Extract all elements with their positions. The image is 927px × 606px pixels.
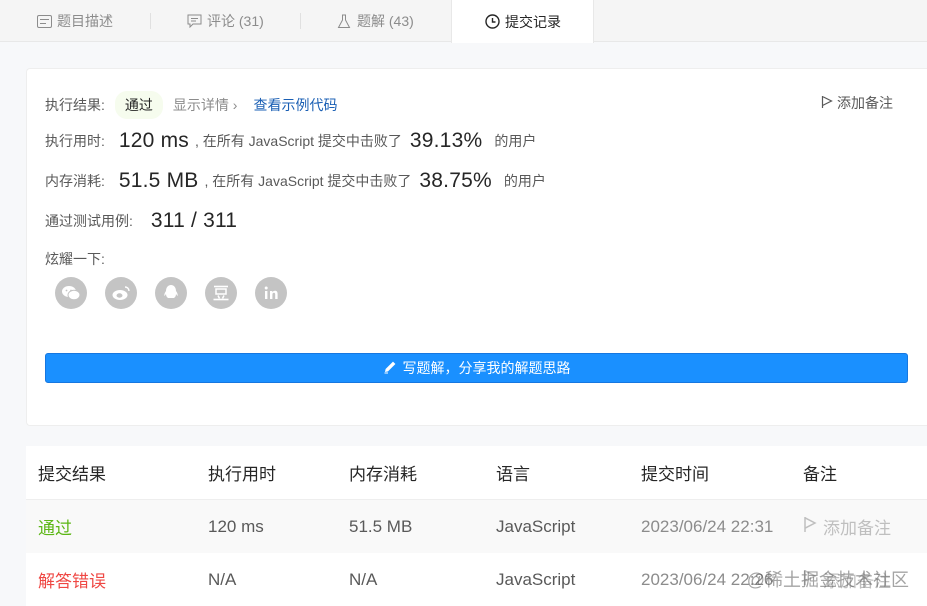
tests-value: 311 / 311 [150,209,238,232]
row-runtime: N/A [208,569,237,589]
share-label: 炫耀一下: [45,251,105,267]
flask-icon [336,13,352,29]
result-card: 执行结果: 通过 显示详情 › 查看示例代码 添加备注 执行用时: 120 ms… [26,68,927,426]
header-memory: 内存消耗 [349,465,417,484]
row-memory: 51.5 MB [349,516,413,536]
tab-label: 提交记录 [505,13,561,30]
row-language: JavaScript [496,569,576,589]
runtime-label: 执行用时: [45,133,105,149]
result-label: 执行结果: [45,97,105,113]
tab-bar: 题目描述 评论 (31) 题解 (43) 提交记录 [0,0,927,43]
chevron-right-icon: › [228,97,238,113]
runtime-percentile: 39.13% [409,129,483,152]
users-text: 的用户 [503,173,546,189]
runtime-row: 执行用时: 120 ms , 在所有 JavaScript 提交中击败了 39.… [45,129,536,153]
memory-text: , 在所有 JavaScript 提交中击败了 [204,173,412,189]
weibo-icon[interactable] [105,277,137,309]
memory-row: 内存消耗: 51.5 MB , 在所有 JavaScript 提交中击败了 38… [45,169,546,193]
header-language: 语言 [496,465,530,484]
description-icon [36,13,52,29]
row-submitted: 2023/06/24 22:31 [641,516,774,536]
tests-row: 通过测试用例: 311 / 311 [45,209,237,233]
comment-icon [186,13,202,29]
tab-label: 题目描述 [57,13,113,29]
memory-label: 内存消耗: [45,173,105,189]
share-row: 炫耀一下: [45,249,105,269]
flag-icon [821,95,833,112]
write-solution-label: 写题解，分享我的解题思路 [402,360,571,376]
tab-label: 题解 (43) [357,13,414,29]
tab-label: 评论 (31) [207,13,264,29]
row-memory: N/A [349,569,378,589]
tab-divider [150,13,151,29]
runtime-value: 120 ms [118,129,189,152]
flag-icon [803,516,817,538]
tab-divider [300,13,301,29]
row-note-label: 添加备注 [823,519,891,538]
row-runtime: 120 ms [208,516,264,536]
row-result[interactable]: 解答错误 [38,567,106,592]
runtime-text: , 在所有 JavaScript 提交中击败了 [194,133,402,149]
table-header: 提交结果 执行用时 内存消耗 语言 提交时间 备注 [26,446,927,500]
row-language: JavaScript [496,516,576,536]
header-runtime: 执行用时 [208,465,276,484]
add-note-button[interactable]: 添加备注 [821,93,893,113]
douban-icon[interactable] [205,277,237,309]
users-text: 的用户 [494,133,537,149]
tab-comments[interactable]: 评论 (31) [186,0,264,42]
memory-percentile: 38.75% [419,169,492,192]
clock-icon [484,14,500,30]
row-result[interactable]: 通过 [38,514,72,539]
tab-solutions[interactable]: 题解 (43) [336,0,414,42]
header-note: 备注 [803,465,837,484]
tab-submissions[interactable]: 提交记录 [451,0,594,43]
share-icons [55,277,287,309]
tab-description[interactable]: 题目描述 [36,0,113,42]
write-solution-button[interactable]: 写题解，分享我的解题思路 [45,353,908,383]
header-submitted: 提交时间 [641,465,709,484]
add-note-label: 添加备注 [837,95,893,111]
pencil-icon [383,360,397,377]
row-add-note-button[interactable]: 添加备注 [803,514,891,539]
result-row: 执行结果: 通过 显示详情 › 查看示例代码 [45,91,337,119]
sample-code-link[interactable]: 查看示例代码 [253,95,337,115]
memory-value: 51.5 MB [118,169,199,192]
table-row[interactable]: 通过 120 ms 51.5 MB JavaScript 2023/06/24 … [26,500,927,553]
linkedin-icon[interactable] [255,277,287,309]
status-badge: 通过 [114,91,163,119]
details-link[interactable]: 显示详情 › [173,95,238,115]
qq-icon[interactable] [155,277,187,309]
header-result: 提交结果 [38,465,106,484]
details-link-label: 显示详情 [172,97,229,113]
watermark: @稀土掘金技术社区 [746,570,909,590]
wechat-icon[interactable] [55,277,87,309]
tests-label: 通过测试用例: [45,213,133,229]
